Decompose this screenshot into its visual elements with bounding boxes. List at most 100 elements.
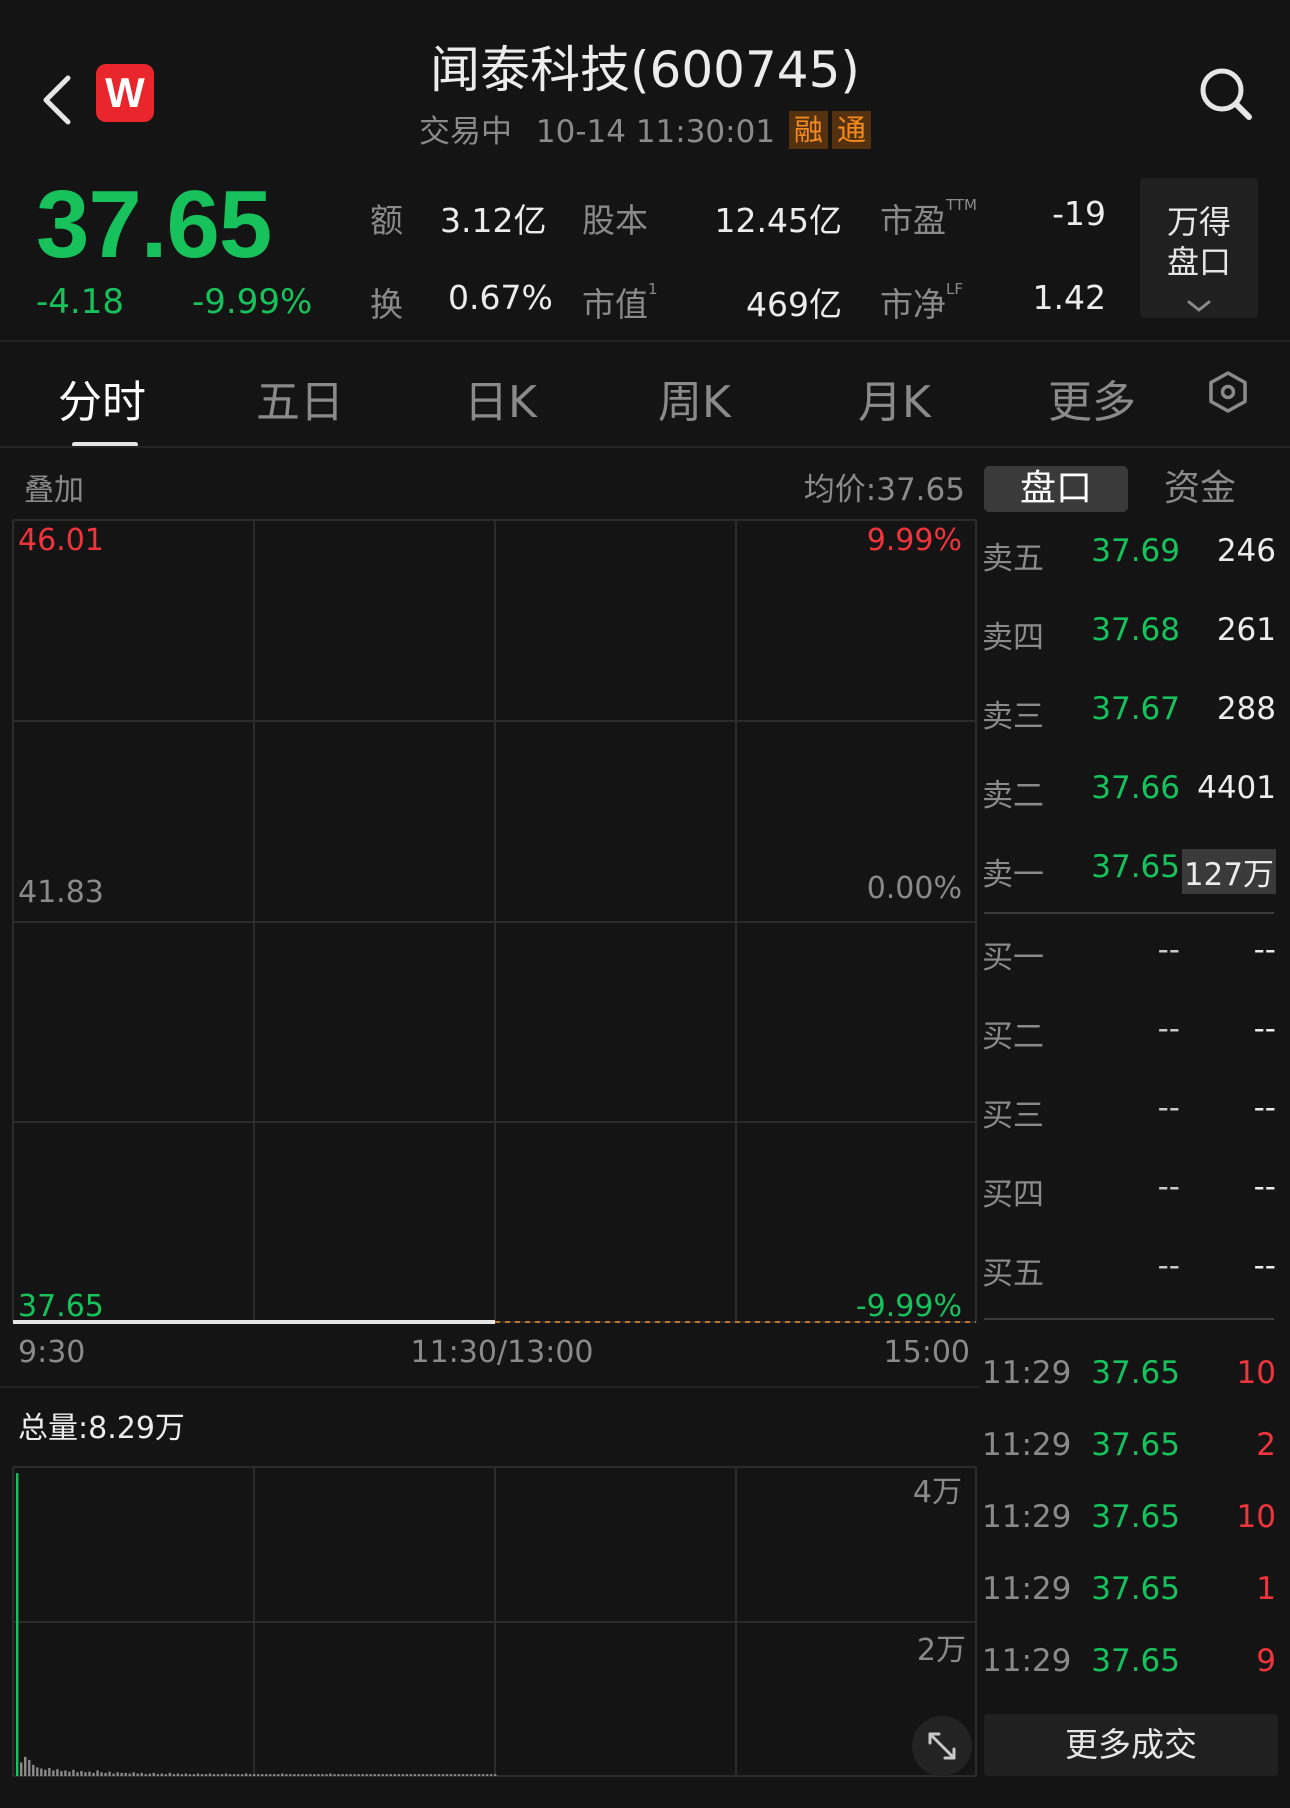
volume-bar xyxy=(180,1774,184,1776)
trade-price: 37.65 xyxy=(1091,1499,1180,1535)
trade-row[interactable]: 11:29 37.65 10 xyxy=(982,1499,1278,1539)
price-tick-mid: 41.83 xyxy=(18,875,104,910)
search-icon[interactable] xyxy=(1196,64,1256,124)
ask-row[interactable]: 卖四 37.68 261 xyxy=(982,612,1278,656)
bid-row[interactable]: 买三 -- -- xyxy=(982,1090,1278,1134)
ask-volume: 4401 xyxy=(1197,770,1276,806)
tab-intraday[interactable]: 分时 xyxy=(58,366,146,430)
ask-level-label: 卖二 xyxy=(982,778,1044,814)
volume-bar xyxy=(469,1774,473,1776)
volume-bar xyxy=(305,1774,308,1776)
volume-bar xyxy=(204,1774,208,1776)
wind-orderbook-button[interactable]: 万得 盘口 xyxy=(1140,178,1258,318)
bid-row[interactable]: 买二 -- -- xyxy=(982,1011,1278,1055)
ask-price: 37.67 xyxy=(1091,691,1180,727)
volume-bar xyxy=(397,1774,400,1776)
connect-tag: 通 xyxy=(831,111,871,149)
trade-row[interactable]: 11:29 37.65 1 xyxy=(982,1571,1278,1611)
volume-bar xyxy=(160,1773,164,1776)
volume-bar xyxy=(437,1774,441,1776)
volume-bar xyxy=(489,1774,493,1776)
volume-bar xyxy=(220,1774,224,1776)
stat-label-market-cap: 市值1 xyxy=(582,280,658,324)
avg-price-label: 均价:37.65 xyxy=(804,472,965,508)
tab-weekly-k[interactable]: 周K xyxy=(658,366,731,430)
tab-daily-k[interactable]: 日K xyxy=(464,366,537,430)
volume-bar xyxy=(445,1774,449,1776)
volume-bar xyxy=(405,1774,409,1776)
volume-bar xyxy=(236,1774,240,1776)
volume-bar xyxy=(461,1774,465,1776)
expand-chart-button[interactable] xyxy=(912,1716,972,1776)
trade-price: 37.65 xyxy=(1091,1643,1180,1679)
volume-bar xyxy=(269,1774,272,1776)
trade-row[interactable]: 11:29 37.65 2 xyxy=(982,1427,1278,1467)
volume-bar xyxy=(112,1773,115,1776)
volume-bar xyxy=(345,1774,348,1776)
volume-bar xyxy=(277,1774,280,1776)
price-tick-low: 37.65 xyxy=(18,1289,104,1324)
tab-orderbook[interactable]: 盘口 xyxy=(984,466,1128,512)
volume-bar xyxy=(449,1774,453,1776)
volume-bar xyxy=(417,1774,421,1776)
intraday-chart[interactable]: 叠加 均价:37.65 46.01 41.83 37.65 9.99% 0.00… xyxy=(0,450,980,1790)
volume-bar xyxy=(261,1774,264,1776)
bid-row[interactable]: 买四 -- -- xyxy=(982,1169,1278,1213)
more-trades-button[interactable]: 更多成交 xyxy=(984,1714,1278,1776)
volume-tick-high: 4万 xyxy=(913,1475,962,1510)
bid-price: -- xyxy=(1157,1248,1180,1284)
bid-volume: -- xyxy=(1253,1090,1276,1126)
tab-more[interactable]: 更多 xyxy=(1048,366,1136,430)
volume-bar xyxy=(281,1773,284,1776)
settings-icon[interactable] xyxy=(1206,370,1250,414)
bid-row[interactable]: 买一 -- -- xyxy=(982,932,1278,976)
volume-bar xyxy=(228,1774,232,1776)
volume-total: 总量:8.29万 xyxy=(18,1411,185,1446)
tab-funds[interactable]: 资金 xyxy=(1128,466,1272,512)
stat-value-pb: 1.42 xyxy=(1032,278,1106,317)
volume-bar xyxy=(325,1774,328,1776)
ask-level-label: 卖三 xyxy=(982,699,1044,735)
volume-bar xyxy=(100,1772,103,1776)
trade-time: 11:29 xyxy=(982,1427,1072,1463)
volume-bar xyxy=(168,1772,172,1776)
overlay-button[interactable]: 叠加 xyxy=(24,473,84,508)
tab-monthly-k[interactable]: 月K xyxy=(858,366,931,430)
ask-row[interactable]: 卖三 37.67 288 xyxy=(982,691,1278,735)
volume-bar xyxy=(36,1767,39,1776)
ask-volume: 127万 xyxy=(1181,849,1276,894)
trade-row[interactable]: 11:29 37.65 9 xyxy=(982,1643,1278,1683)
ask-row[interactable]: 卖二 37.66 4401 xyxy=(982,770,1278,814)
back-icon[interactable] xyxy=(38,70,78,130)
volume-bar xyxy=(200,1774,204,1776)
volume-bar xyxy=(92,1772,95,1776)
bid-level-label: 买二 xyxy=(982,1019,1044,1055)
status-datetime: 10-14 11:30:01 xyxy=(535,114,776,150)
volume-bar xyxy=(240,1774,244,1776)
bid-row[interactable]: 买五 -- -- xyxy=(982,1248,1278,1292)
trade-row[interactable]: 11:29 37.65 10 xyxy=(982,1355,1278,1395)
bid-price: -- xyxy=(1157,932,1180,968)
volume-bar xyxy=(309,1774,312,1776)
trade-volume: 2 xyxy=(1256,1427,1276,1463)
volume-bar xyxy=(321,1774,324,1776)
volume-bar xyxy=(361,1774,364,1776)
ask-row[interactable]: 卖五 37.69 246 xyxy=(982,533,1278,577)
price-change-pct: -9.99% xyxy=(192,282,313,322)
volume-bar xyxy=(453,1774,457,1776)
volume-bar xyxy=(56,1769,59,1776)
ask-row[interactable]: 卖一 37.65 127万 xyxy=(982,849,1278,894)
volume-bar xyxy=(341,1774,344,1776)
volume-bar xyxy=(433,1774,437,1776)
volume-bar xyxy=(409,1774,413,1776)
bid-level-label: 买四 xyxy=(982,1177,1044,1213)
volume-bar xyxy=(140,1772,143,1776)
volume-bar xyxy=(481,1774,485,1776)
stat-value-turnover: 0.67% xyxy=(448,278,553,317)
volume-bar xyxy=(68,1771,71,1776)
stat-label-pe: 市盈TTM xyxy=(880,196,978,240)
volume-bar xyxy=(457,1774,461,1776)
bid-volume: -- xyxy=(1253,1011,1276,1047)
margin-tag: 融 xyxy=(788,111,828,149)
tab-five-day[interactable]: 五日 xyxy=(256,366,344,430)
